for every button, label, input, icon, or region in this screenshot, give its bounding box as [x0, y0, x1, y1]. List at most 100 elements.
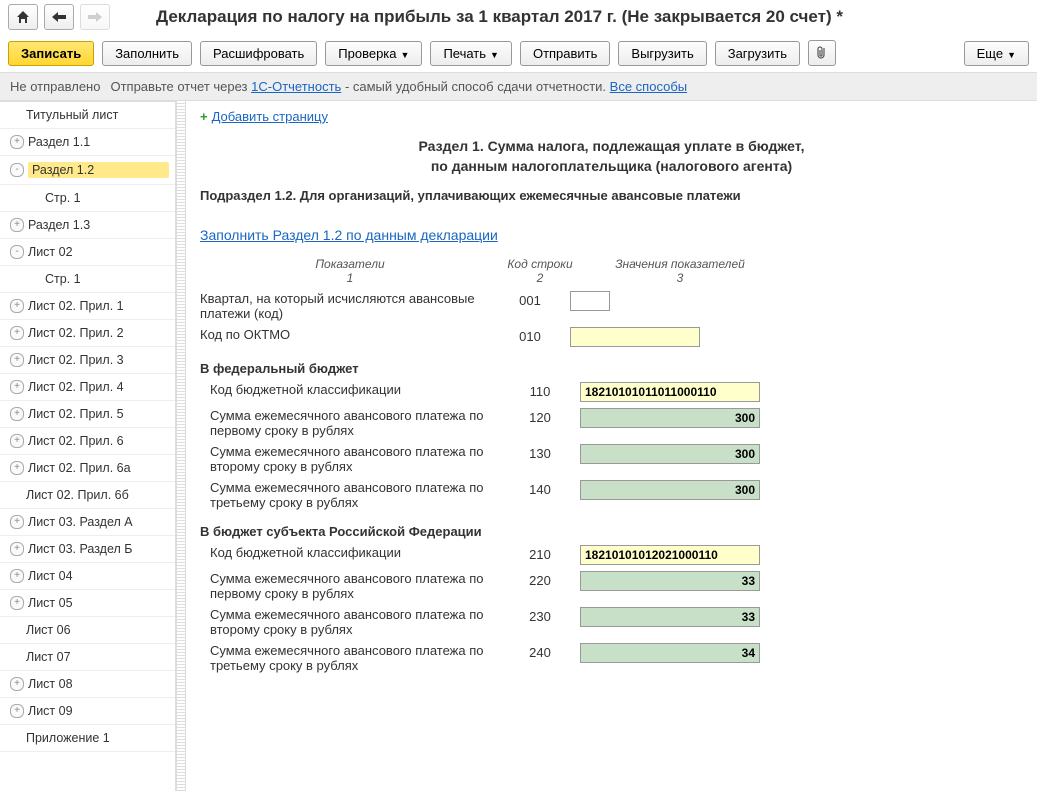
expand-icon[interactable]: +: [10, 353, 24, 367]
expand-icon[interactable]: +: [10, 461, 24, 475]
form-row: Сумма ежемесячного авансового платежа по…: [210, 480, 1023, 510]
splitter[interactable]: [176, 101, 186, 791]
row-label: Сумма ежемесячного авансового платежа по…: [210, 607, 500, 637]
tree-item[interactable]: Лист 02. Прил. 6б: [0, 482, 175, 509]
tree-item[interactable]: +Лист 02. Прил. 5: [0, 401, 175, 428]
fill-section-link[interactable]: Заполнить Раздел 1.2 по данным деклараци…: [200, 227, 498, 243]
expand-icon[interactable]: +: [10, 434, 24, 448]
attach-button[interactable]: [808, 40, 836, 66]
caret-down-icon: ▼: [490, 50, 499, 60]
section-title-2: по данным налогоплательщика (налогового …: [352, 158, 872, 174]
expand-icon[interactable]: +: [10, 569, 24, 583]
row-input[interactable]: [580, 444, 760, 464]
arrow-left-icon: [52, 12, 66, 22]
tree-item[interactable]: +Лист 02. Прил. 3: [0, 347, 175, 374]
row-label: Код бюджетной классификации: [210, 545, 500, 560]
tree-item[interactable]: +Лист 02. Прил. 6: [0, 428, 175, 455]
tree-item[interactable]: Лист 06: [0, 617, 175, 644]
tree-item[interactable]: + Лист 02. Прил. 4: [0, 374, 175, 401]
caret-down-icon: ▼: [401, 50, 410, 60]
collapse-icon[interactable]: -: [10, 245, 24, 259]
expand-icon[interactable]: +: [10, 704, 24, 718]
tree-item-label: Лист 03. Раздел Б: [28, 542, 169, 556]
fill-button[interactable]: Заполнить: [102, 41, 192, 66]
write-button[interactable]: Записать: [8, 41, 94, 66]
export-button[interactable]: Выгрузить: [618, 41, 706, 66]
tree-item-label: Стр. 1: [45, 191, 169, 205]
row-input[interactable]: [580, 408, 760, 428]
tree-item-label: Раздел 1.2: [28, 162, 169, 178]
expand-icon[interactable]: +: [10, 542, 24, 556]
tree-item-label: Раздел 1.1: [28, 135, 169, 149]
form-row: Код бюджетной классификации110: [210, 382, 1023, 402]
tree-item[interactable]: Приложение 1: [0, 725, 175, 752]
expand-icon[interactable]: +: [10, 596, 24, 610]
expand-icon[interactable]: +: [10, 299, 24, 313]
tree-item[interactable]: +Лист 02. Прил. 1: [0, 293, 175, 320]
row-input[interactable]: [580, 382, 760, 402]
tree-item[interactable]: -Лист 02: [0, 239, 175, 266]
expand-icon[interactable]: +: [10, 218, 24, 232]
expand-icon[interactable]: +: [10, 326, 24, 340]
more-button[interactable]: Еще▼: [964, 41, 1029, 66]
row-input[interactable]: [580, 480, 760, 500]
send-button[interactable]: Отправить: [520, 41, 610, 66]
row-input[interactable]: [570, 291, 610, 311]
tree-item-label: Титульный лист: [26, 108, 169, 122]
expand-icon[interactable]: +: [10, 135, 24, 149]
import-button[interactable]: Загрузить: [715, 41, 800, 66]
tree-item[interactable]: +Лист 02. Прил. 6а: [0, 455, 175, 482]
tree-item[interactable]: + Лист 09: [0, 698, 175, 725]
status-text: Не отправлено: [10, 79, 100, 94]
tree-item[interactable]: Стр. 1: [0, 185, 175, 212]
form-row: Сумма ежемесячного авансового платежа по…: [210, 408, 1023, 438]
back-button[interactable]: [44, 4, 74, 30]
tree-item[interactable]: +Лист 02. Прил. 2: [0, 320, 175, 347]
expand-icon[interactable]: +: [10, 677, 24, 691]
tree-item-label: Приложение 1: [26, 731, 169, 745]
tree-item[interactable]: Стр. 1: [0, 266, 175, 293]
collapse-icon[interactable]: -: [10, 163, 24, 177]
tree-item[interactable]: +Лист 04: [0, 563, 175, 590]
tree-item[interactable]: -Раздел 1.2: [0, 156, 175, 185]
row-code: 001: [490, 291, 570, 308]
tree-item[interactable]: + Лист 03. Раздел Б: [0, 536, 175, 563]
print-button[interactable]: Печать▼: [430, 41, 512, 66]
tree-item[interactable]: +Лист 08: [0, 671, 175, 698]
tree-item[interactable]: +Лист 05: [0, 590, 175, 617]
tree-item-label: Лист 06: [26, 623, 169, 637]
form-row: Сумма ежемесячного авансового платежа по…: [210, 607, 1023, 637]
tree-item[interactable]: Титульный лист: [0, 102, 175, 129]
tree-item[interactable]: Лист 07: [0, 644, 175, 671]
tree-item-label: Лист 09: [28, 704, 169, 718]
row-input[interactable]: [580, 571, 760, 591]
tree-item-label: Стр. 1: [45, 272, 169, 286]
expand-icon[interactable]: +: [10, 380, 24, 394]
row-label: Код по ОКТМО: [200, 327, 490, 342]
fed-group-title: В федеральный бюджет: [200, 361, 1023, 376]
tree-item[interactable]: +Раздел 1.3: [0, 212, 175, 239]
status-hint-post: - самый удобный способ сдачи отчетности.: [341, 79, 609, 94]
status-hint-all[interactable]: Все способы: [610, 79, 687, 94]
home-button[interactable]: [8, 4, 38, 30]
spacer: [10, 651, 22, 663]
tree-item-label: Лист 02. Прил. 4: [28, 380, 169, 394]
nav-tree[interactable]: Титульный лист+Раздел 1.1-Раздел 1.2Стр.…: [0, 101, 176, 791]
expand-icon[interactable]: +: [10, 515, 24, 529]
add-page-link[interactable]: Добавить страницу: [212, 109, 328, 124]
row-input[interactable]: [580, 545, 760, 565]
check-button[interactable]: Проверка▼: [325, 41, 422, 66]
section-title-1: Раздел 1. Сумма налога, подлежащая уплат…: [352, 138, 872, 154]
spacer: [10, 624, 22, 636]
spacer: [10, 489, 22, 501]
row-input[interactable]: [580, 607, 760, 627]
row-input[interactable]: [570, 327, 700, 347]
row-input[interactable]: [580, 643, 760, 663]
forward-button[interactable]: [80, 4, 110, 30]
decode-button[interactable]: Расшифровать: [200, 41, 317, 66]
expand-icon[interactable]: +: [10, 407, 24, 421]
row-code: 110: [500, 382, 580, 399]
tree-item[interactable]: +Лист 03. Раздел А: [0, 509, 175, 536]
status-hint-link[interactable]: 1С-Отчетность: [251, 79, 341, 94]
tree-item[interactable]: + Раздел 1.1: [0, 129, 175, 156]
